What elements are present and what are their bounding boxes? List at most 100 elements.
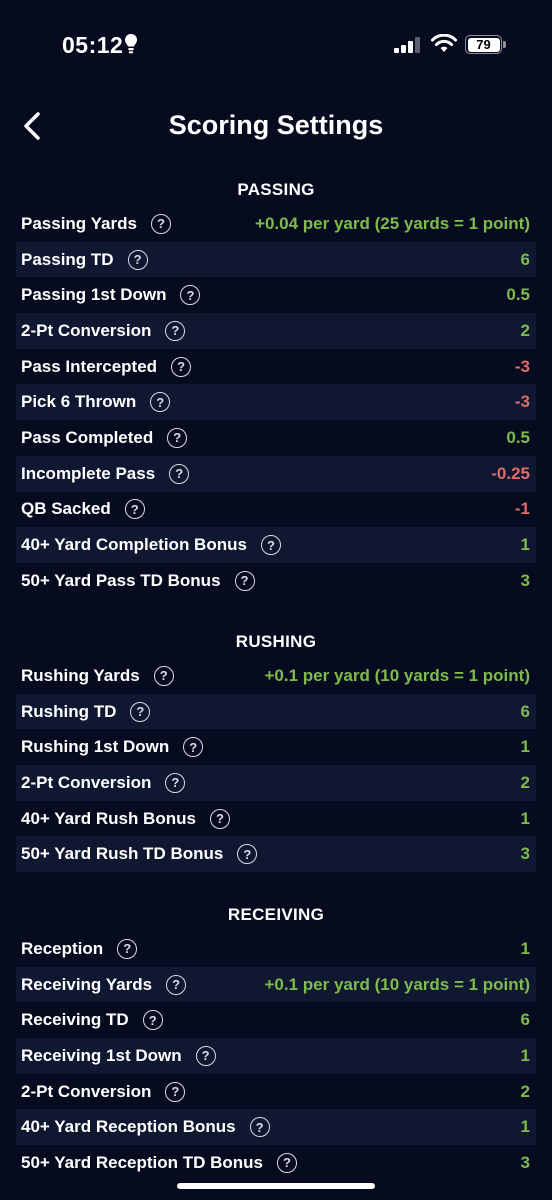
setting-row: Receiving 1st Down? 1	[16, 1038, 536, 1074]
setting-value: 2	[520, 1081, 530, 1101]
setting-label: Pass Intercepted	[21, 356, 158, 376]
page-title: Scoring Settings	[168, 110, 384, 140]
setting-row: 2-Pt Conversion? 2	[16, 1074, 536, 1110]
setting-row: 40+ Yard Completion Bonus? 1	[16, 527, 536, 563]
setting-label: 40+ Yard Rush Bonus	[21, 808, 196, 828]
setting-value: -1	[514, 499, 530, 519]
setting-row: Passing TD? 6	[16, 241, 536, 278]
setting-label: 40+ Yard Completion Bonus	[21, 535, 247, 555]
setting-label: Pass Completed	[21, 427, 154, 447]
setting-row: 50+ Yard Rush TD Bonus? 3	[16, 836, 536, 873]
setting-row: Pass Completed? 0.5	[16, 420, 536, 456]
help-icon[interactable]: ?	[171, 356, 192, 377]
setting-row: Pick 6 Thrown? -3	[16, 384, 536, 421]
setting-label: Receiving 1st Down	[21, 1045, 182, 1065]
setting-value: 2	[520, 772, 530, 792]
setting-label: 50+ Yard Rush TD Bonus	[21, 844, 224, 864]
help-icon[interactable]: ?	[237, 844, 258, 865]
setting-value: 1	[520, 938, 530, 958]
setting-label: Rushing 1st Down	[21, 737, 170, 757]
help-icon[interactable]: ?	[165, 772, 186, 793]
help-icon[interactable]: ?	[260, 535, 281, 556]
setting-row: Incomplete Pass? -0.25	[16, 455, 536, 492]
setting-label: 50+ Yard Reception TD Bonus	[21, 1152, 264, 1172]
help-icon[interactable]: ?	[142, 1010, 163, 1031]
setting-row: Rushing Yards? +0.1 per yard (10 yards = …	[16, 658, 536, 694]
setting-value: 0.5	[506, 427, 530, 447]
battery-level: 79	[467, 37, 500, 52]
setting-value: 1	[520, 1117, 530, 1137]
help-icon[interactable]: ?	[166, 974, 187, 995]
setting-value: 1	[520, 1045, 530, 1065]
help-icon[interactable]: ?	[150, 392, 171, 413]
help-icon[interactable]: ?	[127, 249, 148, 270]
setting-label: 40+ Yard Reception Bonus	[21, 1117, 236, 1137]
help-icon[interactable]: ?	[234, 570, 255, 591]
setting-row: Rushing 1st Down? 1	[16, 729, 536, 765]
help-icon[interactable]: ?	[209, 808, 230, 829]
setting-value: 3	[520, 570, 530, 590]
help-icon[interactable]: ?	[165, 1081, 186, 1102]
lightbulb-icon	[125, 34, 137, 54]
help-icon[interactable]: ?	[195, 1045, 216, 1066]
setting-label: Incomplete Pass	[21, 463, 156, 483]
setting-label: Passing 1st Down	[21, 285, 167, 305]
home-indicator	[177, 1183, 375, 1189]
help-icon[interactable]: ?	[249, 1117, 270, 1138]
help-icon[interactable]: ?	[169, 463, 190, 484]
setting-value: 3	[520, 1152, 530, 1172]
section-title: PASSING	[237, 180, 315, 199]
setting-label: 2-Pt Conversion	[21, 772, 152, 792]
setting-label: Receiving Yards	[21, 974, 153, 994]
help-icon[interactable]: ?	[124, 499, 145, 520]
setting-label: Passing TD	[21, 249, 114, 269]
setting-value: +0.1 per yard (10 yards = 1 point)	[264, 665, 530, 685]
setting-value: -3	[514, 356, 530, 376]
setting-value: -3	[514, 392, 530, 412]
setting-row: 40+ Yard Reception Bonus? 1	[16, 1109, 536, 1146]
battery-icon: 79	[465, 35, 506, 54]
setting-row: Pass Intercepted? -3	[16, 349, 536, 385]
setting-label: Passing Yards	[21, 213, 137, 233]
status-bar: 05:12 79	[0, 0, 552, 90]
setting-value: 1	[520, 737, 530, 757]
help-icon[interactable]: ?	[150, 213, 171, 234]
setting-value: 1	[520, 535, 530, 555]
section-rushing: RUSHING Rushing Yards? +0.1 per yard (10 y…	[16, 626, 536, 873]
setting-value: 0.5	[506, 285, 530, 305]
setting-label: Reception	[21, 938, 104, 958]
help-icon[interactable]: ?	[183, 737, 204, 758]
help-icon[interactable]: ?	[130, 701, 151, 722]
setting-row: Rushing TD? 6	[16, 693, 536, 730]
section-title: RUSHING	[235, 632, 317, 651]
help-icon[interactable]: ?	[180, 285, 201, 306]
setting-label: 2-Pt Conversion	[21, 320, 152, 340]
help-icon[interactable]: ?	[117, 938, 138, 959]
setting-label: Pick 6 Thrown	[21, 392, 137, 412]
wifi-icon	[431, 34, 457, 52]
setting-row: QB Sacked? -1	[16, 492, 536, 528]
setting-value: 3	[520, 844, 530, 864]
section-passing: PASSING Passing Yards? +0.04 per yard (25 …	[16, 174, 536, 599]
setting-row: 2-Pt Conversion? 2	[16, 313, 536, 349]
help-icon[interactable]: ?	[153, 665, 174, 686]
section-receiving: RECEIVING Reception? 1 Receiving Yards? +0.1…	[16, 899, 536, 1181]
section-title: RECEIVING	[227, 905, 325, 924]
setting-value: +0.1 per yard (10 yards = 1 point)	[264, 974, 530, 994]
help-icon[interactable]: ?	[277, 1152, 298, 1173]
help-icon[interactable]: ?	[165, 320, 186, 341]
setting-row: Receiving Yards? +0.1 per yard (10 yards …	[16, 966, 536, 1003]
setting-value: 6	[520, 249, 530, 269]
nav-header: Scoring Settings	[0, 100, 552, 152]
setting-row: 50+ Yard Pass TD Bonus? 3	[16, 563, 536, 599]
setting-value: 1	[520, 808, 530, 828]
setting-label: Receiving TD	[21, 1010, 129, 1030]
setting-row: 40+ Yard Rush Bonus? 1	[16, 801, 536, 837]
cellular-signal-icon	[394, 37, 420, 53]
setting-value: 6	[520, 701, 530, 721]
help-icon[interactable]: ?	[167, 427, 188, 448]
setting-row: Receiving TD? 6	[16, 1002, 536, 1038]
setting-value: -0.25	[491, 463, 530, 483]
setting-label: Rushing TD	[21, 701, 117, 721]
setting-label: 50+ Yard Pass TD Bonus	[21, 570, 221, 590]
